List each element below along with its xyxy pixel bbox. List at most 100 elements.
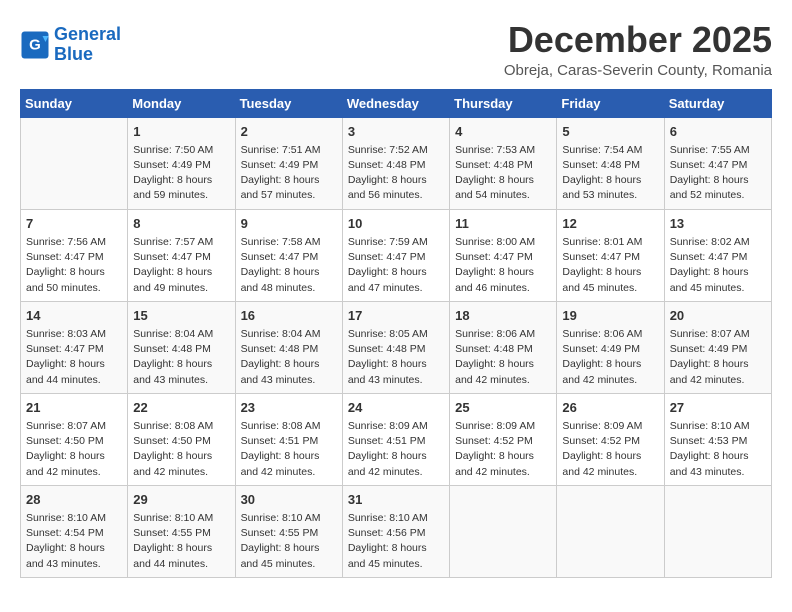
calendar-day-cell: 1 Sunrise: 7:50 AM Sunset: 4:49 PM Daylig… <box>128 117 235 209</box>
calendar-day-cell: 26 Sunrise: 8:09 AM Sunset: 4:52 PM Dayli… <box>557 393 664 485</box>
day-info: Sunrise: 8:06 AM Sunset: 4:48 PM Dayligh… <box>455 327 551 388</box>
day-info: Sunrise: 7:54 AM Sunset: 4:48 PM Dayligh… <box>562 143 658 204</box>
day-number: 12 <box>562 215 658 233</box>
day-number: 28 <box>26 491 122 509</box>
day-number: 9 <box>241 215 337 233</box>
day-number: 16 <box>241 307 337 325</box>
calendar-day-cell: 18 Sunrise: 8:06 AM Sunset: 4:48 PM Dayli… <box>450 301 557 393</box>
calendar-day-header: Sunday <box>21 89 128 117</box>
day-number: 11 <box>455 215 551 233</box>
svg-text:G: G <box>29 36 41 53</box>
calendar-day-cell: 29 Sunrise: 8:10 AM Sunset: 4:55 PM Dayli… <box>128 485 235 577</box>
day-number: 5 <box>562 123 658 141</box>
day-number: 20 <box>670 307 766 325</box>
calendar-day-cell: 19Sunrise: 8:06 AM Sunset: 4:49 PM Dayli… <box>557 301 664 393</box>
day-info: Sunrise: 8:09 AM Sunset: 4:52 PM Dayligh… <box>562 419 658 480</box>
calendar-day-header: Friday <box>557 89 664 117</box>
calendar-day-cell: 20 Sunrise: 8:07 AM Sunset: 4:49 PM Dayli… <box>664 301 771 393</box>
day-number: 8 <box>133 215 229 233</box>
calendar-week-row: 1 Sunrise: 7:50 AM Sunset: 4:49 PM Daylig… <box>21 117 772 209</box>
day-info: Sunrise: 7:50 AM Sunset: 4:49 PM Dayligh… <box>133 143 229 204</box>
day-number: 22 <box>133 399 229 417</box>
calendar-week-row: 7 Sunrise: 7:56 AM Sunset: 4:47 PM Daylig… <box>21 209 772 301</box>
calendar-day-cell: 2Sunrise: 7:51 AM Sunset: 4:49 PM Daylig… <box>235 117 342 209</box>
day-info: Sunrise: 7:59 AM Sunset: 4:47 PM Dayligh… <box>348 235 444 296</box>
day-number: 24 <box>348 399 444 417</box>
calendar-day-cell: 12Sunrise: 8:01 AM Sunset: 4:47 PM Dayli… <box>557 209 664 301</box>
calendar-day-header: Tuesday <box>235 89 342 117</box>
calendar-week-row: 14 Sunrise: 8:03 AM Sunset: 4:47 PM Dayli… <box>21 301 772 393</box>
calendar-day-cell: 7 Sunrise: 7:56 AM Sunset: 4:47 PM Daylig… <box>21 209 128 301</box>
calendar-header-row: SundayMondayTuesdayWednesdayThursdayFrid… <box>21 89 772 117</box>
calendar-day-cell: 21Sunrise: 8:07 AM Sunset: 4:50 PM Dayli… <box>21 393 128 485</box>
day-info: Sunrise: 8:09 AM Sunset: 4:51 PM Dayligh… <box>348 419 444 480</box>
day-number: 25 <box>455 399 551 417</box>
day-info: Sunrise: 8:03 AM Sunset: 4:47 PM Dayligh… <box>26 327 122 388</box>
calendar-day-cell: 8 Sunrise: 7:57 AM Sunset: 4:47 PM Daylig… <box>128 209 235 301</box>
day-number: 30 <box>241 491 337 509</box>
day-number: 3 <box>348 123 444 141</box>
day-info: Sunrise: 8:06 AM Sunset: 4:49 PM Dayligh… <box>562 327 658 388</box>
calendar-day-header: Saturday <box>664 89 771 117</box>
day-info: Sunrise: 8:08 AM Sunset: 4:51 PM Dayligh… <box>241 419 337 480</box>
calendar-day-header: Thursday <box>450 89 557 117</box>
calendar-day-cell: 25 Sunrise: 8:09 AM Sunset: 4:52 PM Dayli… <box>450 393 557 485</box>
calendar-day-cell: 9 Sunrise: 7:58 AM Sunset: 4:47 PM Daylig… <box>235 209 342 301</box>
day-info: Sunrise: 8:10 AM Sunset: 4:53 PM Dayligh… <box>670 419 766 480</box>
calendar-day-cell: 28 Sunrise: 8:10 AM Sunset: 4:54 PM Dayli… <box>21 485 128 577</box>
day-info: Sunrise: 8:10 AM Sunset: 4:55 PM Dayligh… <box>241 511 337 572</box>
day-info: Sunrise: 8:02 AM Sunset: 4:47 PM Dayligh… <box>670 235 766 296</box>
day-number: 27 <box>670 399 766 417</box>
calendar-day-cell: 24 Sunrise: 8:09 AM Sunset: 4:51 PM Dayli… <box>342 393 449 485</box>
day-number: 29 <box>133 491 229 509</box>
day-info: Sunrise: 8:00 AM Sunset: 4:47 PM Dayligh… <box>455 235 551 296</box>
calendar-day-cell: 10Sunrise: 7:59 AM Sunset: 4:47 PM Dayli… <box>342 209 449 301</box>
day-number: 14 <box>26 307 122 325</box>
day-info: Sunrise: 8:05 AM Sunset: 4:48 PM Dayligh… <box>348 327 444 388</box>
day-number: 4 <box>455 123 551 141</box>
day-info: Sunrise: 8:08 AM Sunset: 4:50 PM Dayligh… <box>133 419 229 480</box>
day-number: 6 <box>670 123 766 141</box>
logo-icon: G <box>20 30 50 60</box>
day-info: Sunrise: 7:57 AM Sunset: 4:47 PM Dayligh… <box>133 235 229 296</box>
calendar-day-cell: 17 Sunrise: 8:05 AM Sunset: 4:48 PM Dayli… <box>342 301 449 393</box>
calendar-day-cell: 6 Sunrise: 7:55 AM Sunset: 4:47 PM Daylig… <box>664 117 771 209</box>
day-number: 15 <box>133 307 229 325</box>
day-info: Sunrise: 7:56 AM Sunset: 4:47 PM Dayligh… <box>26 235 122 296</box>
day-number: 17 <box>348 307 444 325</box>
calendar-day-header: Wednesday <box>342 89 449 117</box>
calendar-day-cell <box>557 485 664 577</box>
month-title: December 2025 <box>504 20 772 60</box>
day-number: 18 <box>455 307 551 325</box>
calendar-week-row: 21Sunrise: 8:07 AM Sunset: 4:50 PM Dayli… <box>21 393 772 485</box>
calendar-day-cell <box>450 485 557 577</box>
location-title: Obreja, Caras-Severin County, Romania <box>504 62 772 79</box>
calendar-day-cell <box>664 485 771 577</box>
calendar-day-cell: 27 Sunrise: 8:10 AM Sunset: 4:53 PM Dayli… <box>664 393 771 485</box>
calendar-day-cell: 14 Sunrise: 8:03 AM Sunset: 4:47 PM Dayli… <box>21 301 128 393</box>
day-info: Sunrise: 8:07 AM Sunset: 4:49 PM Dayligh… <box>670 327 766 388</box>
day-number: 1 <box>133 123 229 141</box>
calendar-day-cell: 23Sunrise: 8:08 AM Sunset: 4:51 PM Dayli… <box>235 393 342 485</box>
calendar-day-cell: 15 Sunrise: 8:04 AM Sunset: 4:48 PM Dayli… <box>128 301 235 393</box>
day-info: Sunrise: 7:58 AM Sunset: 4:47 PM Dayligh… <box>241 235 337 296</box>
calendar-week-row: 28 Sunrise: 8:10 AM Sunset: 4:54 PM Dayli… <box>21 485 772 577</box>
day-info: Sunrise: 8:04 AM Sunset: 4:48 PM Dayligh… <box>133 327 229 388</box>
logo-line1: General <box>54 24 121 44</box>
day-number: 7 <box>26 215 122 233</box>
day-info: Sunrise: 8:10 AM Sunset: 4:54 PM Dayligh… <box>26 511 122 572</box>
calendar-day-cell <box>21 117 128 209</box>
day-info: Sunrise: 7:51 AM Sunset: 4:49 PM Dayligh… <box>241 143 337 204</box>
day-info: Sunrise: 7:53 AM Sunset: 4:48 PM Dayligh… <box>455 143 551 204</box>
day-info: Sunrise: 8:10 AM Sunset: 4:55 PM Dayligh… <box>133 511 229 572</box>
day-info: Sunrise: 8:10 AM Sunset: 4:56 PM Dayligh… <box>348 511 444 572</box>
calendar-day-cell: 3 Sunrise: 7:52 AM Sunset: 4:48 PM Daylig… <box>342 117 449 209</box>
calendar-day-cell: 5 Sunrise: 7:54 AM Sunset: 4:48 PM Daylig… <box>557 117 664 209</box>
calendar-day-cell: 31Sunrise: 8:10 AM Sunset: 4:56 PM Dayli… <box>342 485 449 577</box>
day-number: 26 <box>562 399 658 417</box>
calendar-day-cell: 22 Sunrise: 8:08 AM Sunset: 4:50 PM Dayli… <box>128 393 235 485</box>
calendar-day-cell: 16Sunrise: 8:04 AM Sunset: 4:48 PM Dayli… <box>235 301 342 393</box>
day-info: Sunrise: 8:09 AM Sunset: 4:52 PM Dayligh… <box>455 419 551 480</box>
day-info: Sunrise: 7:52 AM Sunset: 4:48 PM Dayligh… <box>348 143 444 204</box>
day-info: Sunrise: 7:55 AM Sunset: 4:47 PM Dayligh… <box>670 143 766 204</box>
